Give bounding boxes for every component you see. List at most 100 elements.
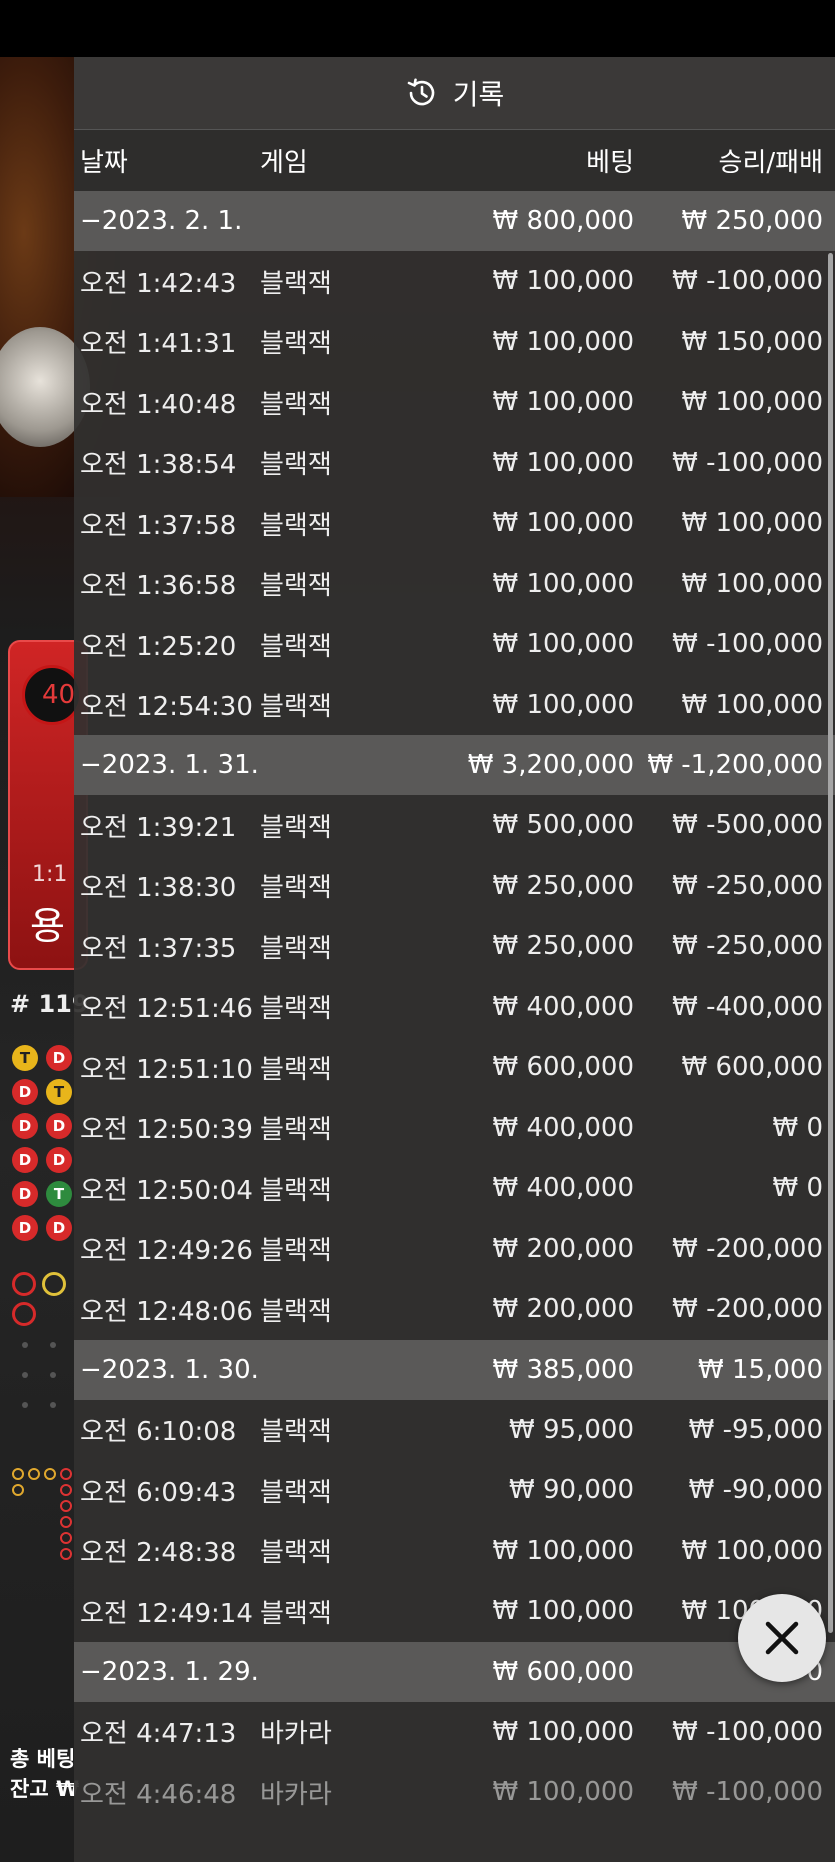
history-row[interactable]: 오전 12:50:39 블랙잭 ₩ 400,000 ₩ 0 (74, 1098, 835, 1159)
row-result: ₩ 100,000 (681, 1535, 824, 1566)
bead-dragon: D (12, 1181, 38, 1207)
road-ring (12, 1272, 36, 1296)
row-game: 블랙잭 (260, 1054, 332, 1085)
row-game: 블랙잭 (260, 510, 332, 541)
row-time: 오전 1:40:48 (80, 389, 237, 420)
history-header: 기록 (74, 57, 835, 130)
row-bet: ₩ 95,000 (509, 1414, 634, 1445)
column-bet: 베팅 (586, 148, 634, 178)
row-bet: ₩ 200,000 (492, 1294, 635, 1325)
column-game: 게임 (260, 148, 308, 178)
row-bet: ₩ 100,000 (492, 1716, 635, 1747)
close-button[interactable] (738, 1594, 826, 1682)
row-result: ₩ 600,000 (681, 1052, 824, 1083)
scrollbar[interactable] (828, 253, 833, 1633)
road-dot (50, 1372, 56, 1378)
history-row[interactable]: 오전 2:48:38 블랙잭 ₩ 100,000 ₩ 100,000 (74, 1521, 835, 1582)
status-bar (0, 0, 835, 57)
history-row[interactable]: 오전 4:47:13 바카라 ₩ 100,000 ₩ -100,000 (74, 1702, 835, 1763)
history-row[interactable]: 오전 1:37:58 블랙잭 ₩ 100,000 ₩ 100,000 (74, 493, 835, 554)
row-time: 오전 4:47:13 (80, 1719, 237, 1750)
history-row[interactable]: 오전 12:51:46 블랙잭 ₩ 400,000 ₩ -400,000 (74, 977, 835, 1038)
history-row[interactable]: 오전 12:50:04 블랙잭 ₩ 400,000 ₩ 0 (74, 1158, 835, 1219)
row-time: 오전 1:42:43 (80, 268, 237, 299)
road-ring (42, 1272, 66, 1296)
history-row[interactable]: 오전 12:49:26 블랙잭 ₩ 200,000 ₩ -200,000 (74, 1219, 835, 1280)
history-list[interactable]: −2023. 2. 1. ₩ 800,000 ₩ 250,000 오전 1:42:43… (74, 191, 835, 1823)
row-bet: ₩ 250,000 (492, 931, 635, 962)
history-row[interactable]: 오전 1:41:31 블랙잭 ₩ 100,000 ₩ 150,000 (74, 312, 835, 373)
row-bet: ₩ 100,000 (492, 508, 635, 539)
date-group-row[interactable]: −2023. 1. 29.₩ 600,000₩ 0 (74, 1641, 835, 1702)
row-game: 블랙잭 (260, 692, 332, 723)
history-row[interactable]: 오전 1:38:30 블랙잭 ₩ 250,000 ₩ -250,000 (74, 856, 835, 917)
date-group-row[interactable]: −2023. 2. 1. ₩ 800,000 ₩ 250,000 (74, 191, 835, 251)
row-bet: ₩ 100,000 (492, 568, 635, 599)
group-date: −2023. 1. 31. (80, 750, 259, 780)
history-row[interactable]: 오전 1:25:20 블랙잭 ₩ 100,000 ₩ -100,000 (74, 614, 835, 675)
row-bet: ₩ 250,000 (492, 870, 635, 901)
group-bet-total: ₩ 800,000 (492, 206, 635, 236)
history-row[interactable]: 오전 12:51:10 블랙잭 ₩ 600,000 ₩ 600,000 (74, 1037, 835, 1098)
date-group-row[interactable]: −2023. 1. 31. ₩ 3,200,000 ₩ -1,200,000 (74, 735, 835, 795)
history-row[interactable]: 오전 4:46:48 바카라 ₩ 100,000 ₩ -100,000 (74, 1762, 835, 1823)
road-ring (12, 1302, 36, 1326)
row-result: ₩ 100,000 (681, 508, 824, 539)
row-result: ₩ 100,000 (681, 689, 824, 720)
row-time: 오전 1:37:35 (80, 933, 237, 964)
row-result: ₩ -100,000 (672, 1777, 823, 1808)
date-group-row[interactable]: −2023. 1. 30. ₩ 385,000 ₩ 15,000 (74, 1339, 835, 1400)
road-ring-small (60, 1500, 72, 1512)
bead-dragon: D (12, 1215, 38, 1241)
row-game: 블랙잭 (260, 812, 332, 843)
history-row[interactable]: 오전 1:39:21 블랙잭 ₩ 500,000 ₩ -500,000 (74, 795, 835, 856)
row-result: ₩ -90,000 (688, 1475, 823, 1506)
history-row[interactable]: 오전 12:49:14블랙잭₩ 100,000₩ 100,000 (74, 1581, 835, 1642)
road-ring-small (60, 1484, 72, 1496)
row-bet: ₩ 90,000 (509, 1475, 634, 1506)
history-row[interactable]: 오전 1:42:43 블랙잭 ₩ 100,000 ₩ -100,000 (74, 251, 835, 312)
row-game: 블랙잭 (260, 1538, 332, 1569)
bead-tiger: T (12, 1045, 38, 1071)
row-time: 오전 1:38:54 (80, 450, 237, 481)
row-result: ₩ 100,000 (681, 387, 824, 418)
row-bet: ₩ 100,000 (492, 1535, 635, 1566)
road-ring-small (60, 1532, 72, 1544)
row-time: 오전 12:50:04 (80, 1175, 253, 1206)
history-row[interactable]: 오전 12:54:30 블랙잭 ₩ 100,000 ₩ 100,000 (74, 675, 835, 736)
row-time: 오전 12:51:46 (80, 994, 253, 1025)
row-time: 오전 12:49:14 (80, 1598, 253, 1629)
road-ring-small (12, 1484, 24, 1496)
history-row[interactable]: 오전 1:37:35 블랙잭 ₩ 250,000 ₩ -250,000 (74, 916, 835, 977)
history-row[interactable]: 오전 1:40:48 블랙잭 ₩ 100,000 ₩ 100,000 (74, 372, 835, 433)
row-game: 블랙잭 (260, 994, 332, 1025)
history-row[interactable]: 오전 1:38:54 블랙잭 ₩ 100,000 ₩ -100,000 (74, 433, 835, 494)
balance-label: 잔고 ₩ (10, 1777, 80, 1801)
row-bet: ₩ 100,000 (492, 266, 635, 297)
row-time: 오전 12:49:26 (80, 1236, 253, 1267)
road-dot (22, 1342, 28, 1348)
history-row[interactable]: 오전 12:48:06 블랙잭 ₩ 200,000 ₩ -200,000 (74, 1279, 835, 1340)
bead-dragon: D (12, 1113, 38, 1139)
row-game: 블랙잭 (260, 450, 332, 481)
bead-tiger: T (46, 1079, 72, 1105)
row-result: ₩ 0 (772, 1173, 823, 1204)
close-icon (765, 1621, 799, 1655)
row-time: 오전 1:39:21 (80, 812, 237, 843)
history-row[interactable]: 오전 6:10:08 블랙잭 ₩ 95,000 ₩ -95,000 (74, 1400, 835, 1461)
column-date: 날짜 (80, 148, 128, 178)
row-game: 블랙잭 (260, 571, 332, 602)
road-dot (50, 1342, 56, 1348)
history-panel: 기록 날짜 게임 베팅 승리/패배 −2023. 2. 1. ₩ 800,000 ₩… (74, 57, 835, 1862)
history-row[interactable]: 오전 6:09:43 블랙잭 ₩ 90,000 ₩ -90,000 (74, 1460, 835, 1521)
row-time: 오전 6:10:08 (80, 1417, 237, 1448)
bead-dragon: D (12, 1147, 38, 1173)
history-row[interactable]: 오전 1:36:58 블랙잭 ₩ 100,000 ₩ 100,000 (74, 554, 835, 615)
row-time: 오전 1:41:31 (80, 329, 237, 360)
road-ring-small (28, 1468, 40, 1480)
row-bet: ₩ 100,000 (492, 689, 635, 720)
row-bet: ₩ 400,000 (492, 1173, 635, 1204)
road-ring-small (60, 1516, 72, 1528)
row-result: ₩ -100,000 (672, 629, 823, 660)
row-time: 오전 12:48:06 (80, 1296, 253, 1327)
